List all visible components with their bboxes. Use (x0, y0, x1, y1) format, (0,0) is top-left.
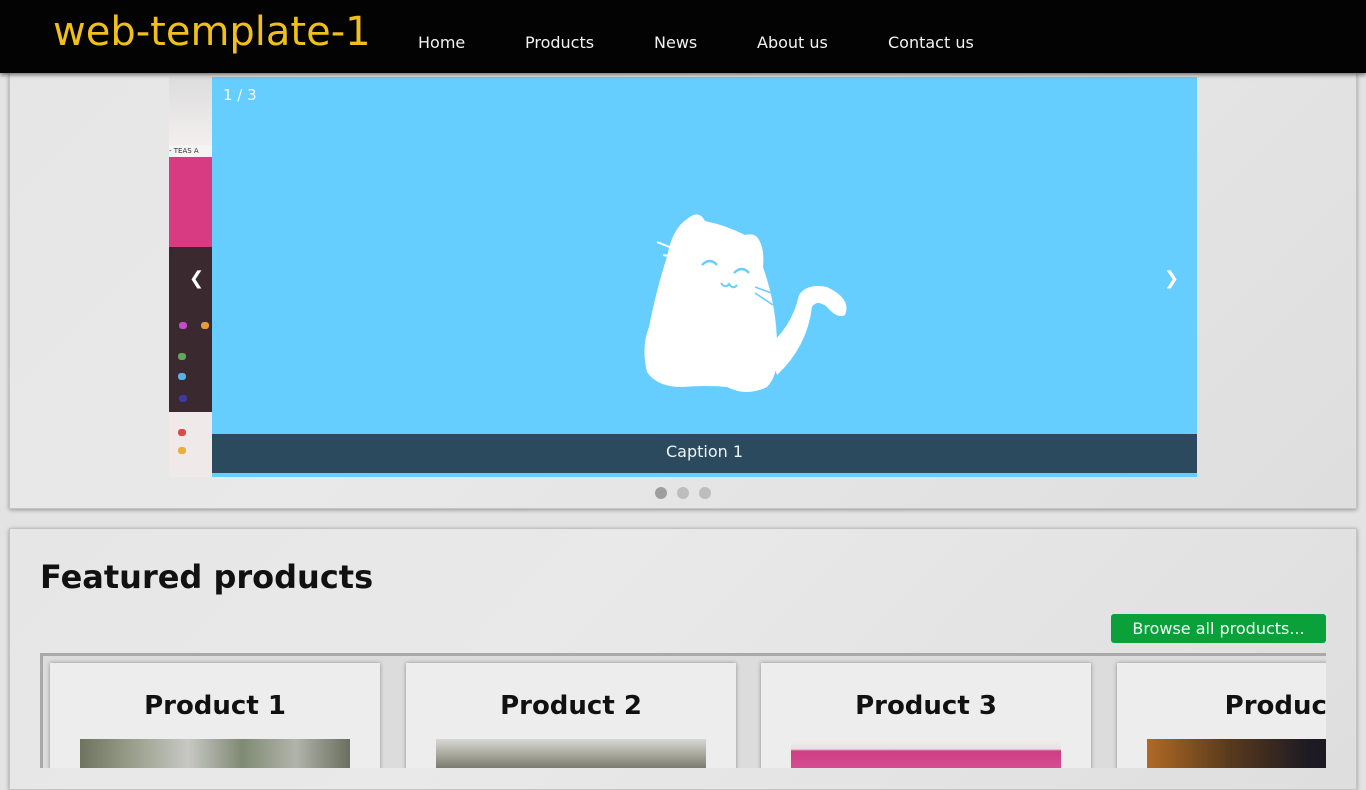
nav-news[interactable]: News (654, 33, 697, 53)
site-logo[interactable]: web-template-1 (53, 9, 371, 55)
product-card[interactable]: Product 2 (406, 663, 736, 768)
nav-about-us[interactable]: About us (757, 33, 828, 53)
product-card[interactable]: Product 1 (50, 663, 380, 768)
product-image (436, 739, 706, 768)
nav-products[interactable]: Products (525, 33, 594, 53)
product-name: Product 1 (144, 691, 286, 721)
slide-dot-2[interactable] (677, 487, 689, 499)
product-card[interactable]: Product 3 (761, 663, 1091, 768)
product-image (791, 739, 1061, 768)
products-carousel: Product 1 Product 2 Product 3 Product (40, 653, 1326, 768)
chevron-right-icon: ❯ (1164, 268, 1180, 289)
nav-home[interactable]: Home (418, 33, 465, 53)
slide-dot-1[interactable] (655, 487, 667, 499)
slide-1 (212, 77, 1197, 477)
slide-dot-3[interactable] (699, 487, 711, 499)
prev-slide-button[interactable]: ❮ (189, 268, 204, 290)
product-name: Product 3 (855, 691, 997, 721)
product-image (1147, 739, 1326, 768)
product-name: Product (1224, 691, 1326, 721)
product-image (80, 739, 350, 768)
slide-caption: Caption 1 (212, 434, 1197, 473)
shop-sign: - TEAS A (169, 145, 212, 157)
slide-counter: 1 / 3 (223, 86, 257, 104)
next-slide-button[interactable]: ❯ (1164, 268, 1179, 290)
nav-contact-us[interactable]: Contact us (888, 33, 974, 53)
product-name: Product 2 (500, 691, 642, 721)
chevron-left-icon: ❮ (189, 268, 205, 289)
cat-illustration (644, 214, 847, 392)
product-card[interactable]: Product (1117, 663, 1326, 768)
site-header: web-template-1 Home Products News About … (0, 0, 1366, 73)
featured-title: Featured products (40, 558, 374, 596)
browse-all-products-button[interactable]: Browse all products... (1111, 614, 1326, 643)
